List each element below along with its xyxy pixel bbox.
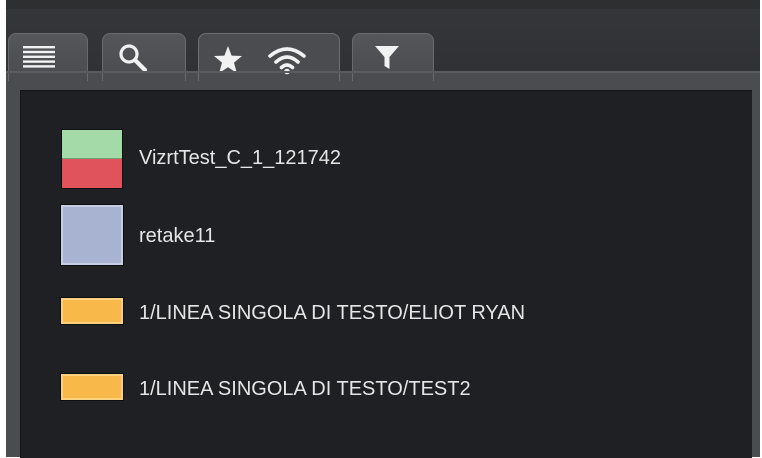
item-color-swatch bbox=[61, 298, 123, 324]
item-label: 1/LINEA SINGOLA DI TESTO/ELIOT RYAN bbox=[139, 302, 526, 324]
item-label: 1/LINEA SINGOLA DI TESTO/TEST2 bbox=[139, 378, 471, 400]
filter-icon bbox=[375, 46, 399, 69]
list-item[interactable]: 1/LINEA SINGOLA DI TESTO/ELIOT RYAN bbox=[21, 298, 752, 324]
item-color-swatch bbox=[61, 374, 123, 400]
swatch-top bbox=[62, 130, 122, 159]
list-item[interactable]: VizrtTest_C_1_121742 bbox=[21, 129, 752, 189]
panel-separator bbox=[6, 71, 760, 73]
tab-search[interactable] bbox=[102, 33, 186, 81]
swatch-bottom bbox=[62, 159, 122, 188]
tab-filter[interactable] bbox=[352, 33, 434, 81]
list-item[interactable]: retake11 bbox=[21, 205, 752, 265]
tab-list[interactable] bbox=[8, 33, 88, 81]
playlist-area: VizrtTest_C_1_121742 retake11 1/LINEA SI… bbox=[20, 90, 752, 458]
list-item[interactable]: 1/LINEA SINGOLA DI TESTO/TEST2 bbox=[21, 374, 752, 400]
tab-strip bbox=[6, 9, 760, 81]
search-icon bbox=[119, 44, 148, 73]
item-color-swatch bbox=[61, 205, 123, 265]
star-icon bbox=[214, 46, 242, 73]
item-color-swatch bbox=[61, 129, 123, 189]
top-bar bbox=[6, 0, 760, 9]
item-label: retake11 bbox=[139, 225, 216, 247]
item-label: VizrtTest_C_1_121742 bbox=[139, 147, 341, 169]
list-icon bbox=[23, 46, 55, 68]
tab-favorites[interactable] bbox=[198, 33, 340, 81]
